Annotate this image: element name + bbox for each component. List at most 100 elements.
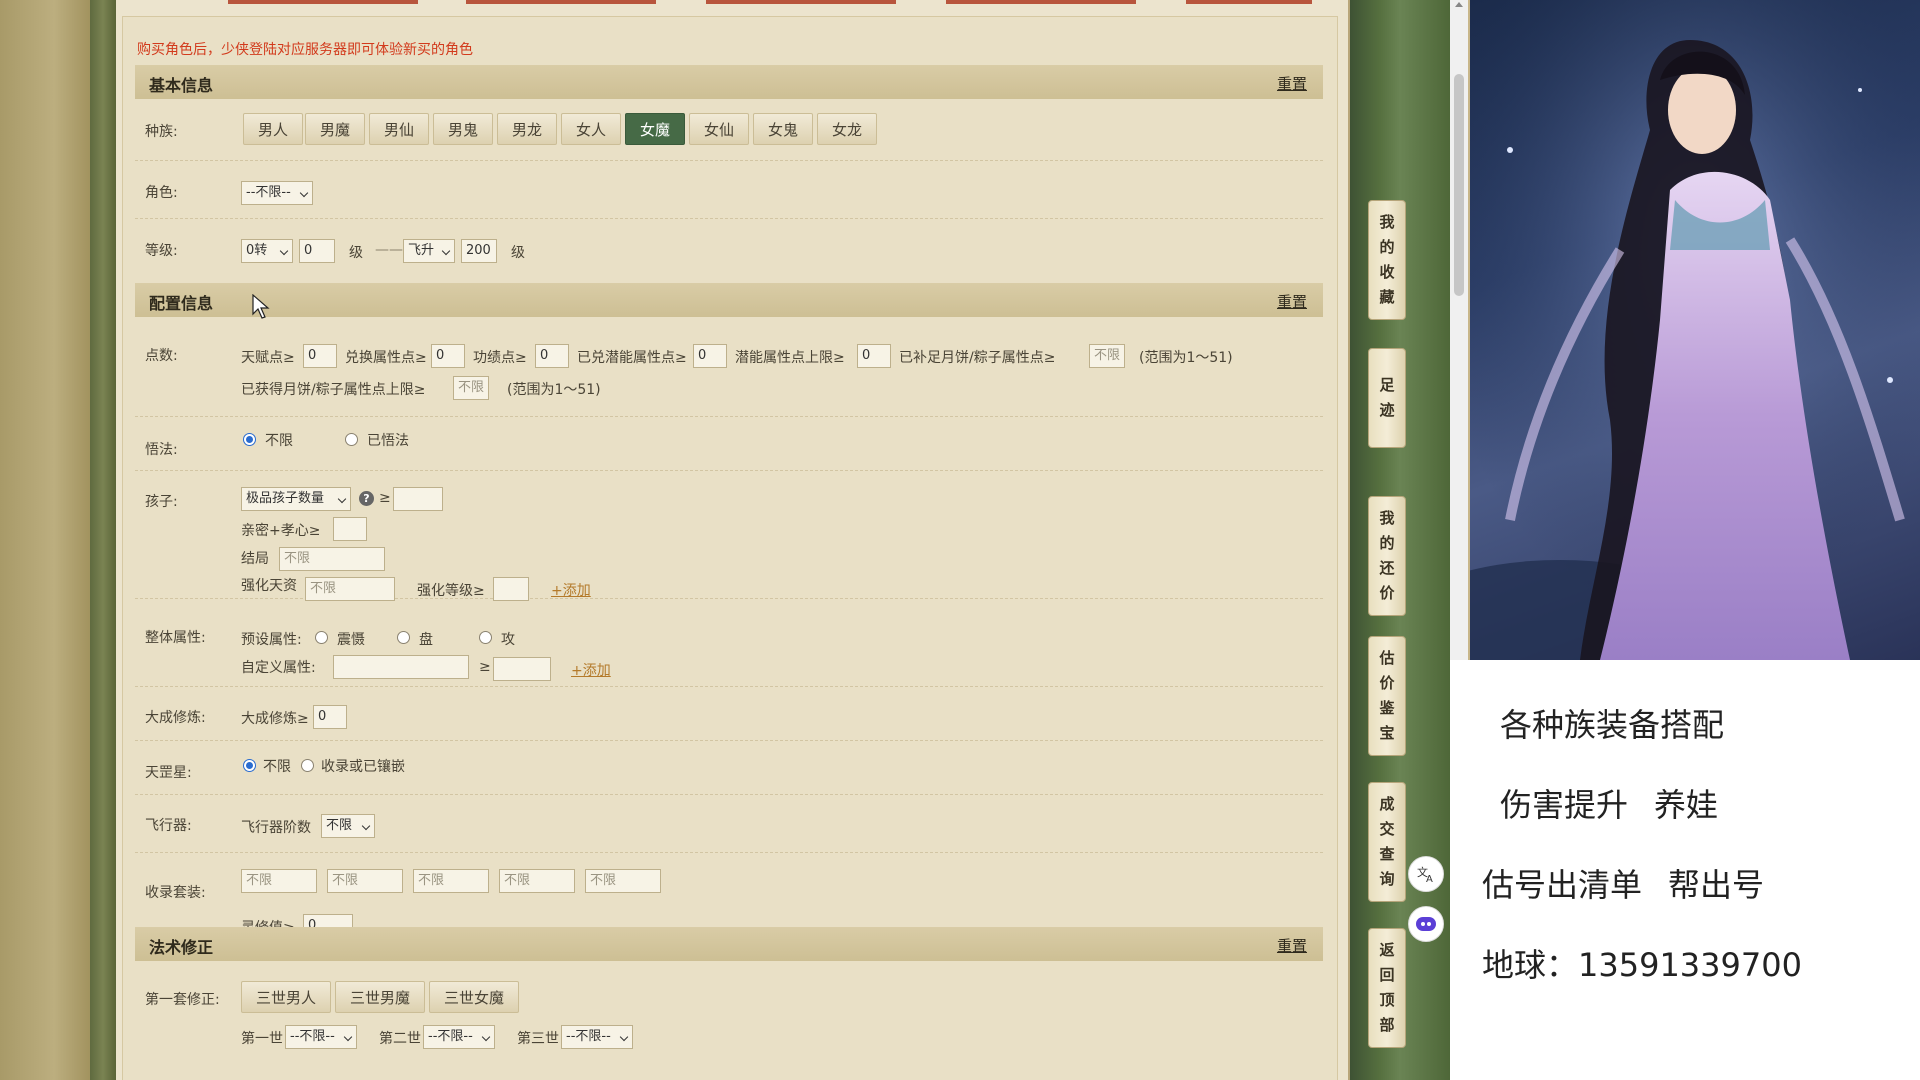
suit-input[interactable]: 不限 bbox=[327, 869, 403, 893]
side-nav-footprints[interactable]: 足迹 bbox=[1368, 348, 1406, 448]
ge-sign: ≥ bbox=[479, 659, 491, 675]
level-dash: —— bbox=[375, 242, 403, 258]
top-tab[interactable] bbox=[706, 0, 896, 4]
suit-input[interactable]: 不限 bbox=[585, 869, 661, 893]
side-nav-char: 收 bbox=[1379, 263, 1395, 281]
level-unit: 级 bbox=[511, 245, 525, 261]
life2-label: 第二世 bbox=[379, 1031, 421, 1047]
preset-option-label: 盘 bbox=[419, 632, 433, 648]
life3-select[interactable]: --不限-- bbox=[561, 1025, 633, 1049]
add-custom-attr-link[interactable]: +添加 bbox=[571, 660, 611, 680]
side-nav-deal-query[interactable]: 成交查询 bbox=[1368, 782, 1406, 902]
side-nav-favorites[interactable]: 我的收藏 bbox=[1368, 200, 1406, 320]
strength-level-input[interactable] bbox=[493, 577, 529, 601]
race-chip[interactable]: 女鬼 bbox=[753, 113, 814, 145]
promo-line-3a: 估号出清单 bbox=[1482, 866, 1643, 904]
level-to-rebirth-select[interactable]: 飞升 bbox=[403, 239, 455, 263]
reset-config-link[interactable]: 重置 bbox=[1277, 291, 1307, 312]
section-title: 法术修正 bbox=[149, 938, 214, 957]
child-talent-input[interactable]: 不限 bbox=[305, 577, 395, 601]
race-chip[interactable]: 男人 bbox=[243, 113, 304, 145]
top-tab[interactable] bbox=[1186, 0, 1312, 4]
intimacy-label: 亲密+孝心≥ bbox=[241, 523, 321, 539]
filter-form: 购买角色后，少侠登陆对应服务器即可体验新买的角色 基本信息 重置 种族: 男人男… bbox=[122, 16, 1338, 1080]
range-hint: (范围为1～51) bbox=[1139, 350, 1233, 366]
preset-option-label: 攻 bbox=[501, 632, 515, 648]
mooncake-cap-input[interactable]: 不限 bbox=[453, 376, 489, 400]
tiangang-label: 天罡星: bbox=[145, 765, 192, 781]
ending-input[interactable]: 不限 bbox=[279, 547, 385, 571]
preset-radio[interactable] bbox=[315, 631, 328, 644]
scroll-up-icon[interactable] bbox=[1455, 2, 1463, 7]
spell-fix-label: 第一套修正: bbox=[145, 992, 220, 1008]
side-nav-char: 顶 bbox=[1379, 991, 1395, 1009]
side-nav-char: 查 bbox=[1379, 845, 1395, 863]
reset-spell-link[interactable]: 重置 bbox=[1277, 935, 1307, 956]
suit-input[interactable]: 不限 bbox=[413, 869, 489, 893]
mooncake-filled-label: 已补足月饼/粽子属性点≥ bbox=[899, 350, 1056, 366]
exchange-points-input[interactable]: 0 bbox=[431, 344, 465, 368]
promo-line-3b: 帮出号 bbox=[1668, 866, 1765, 904]
side-nav-appraisal[interactable]: 估价鉴宝 bbox=[1368, 636, 1406, 756]
mooncake-filled-input[interactable]: 不限 bbox=[1089, 344, 1125, 368]
spell-fix-chip[interactable]: 三世女魔 bbox=[429, 981, 520, 1013]
life1-select[interactable]: --不限-- bbox=[285, 1025, 357, 1049]
merit-points-input[interactable]: 0 bbox=[535, 344, 569, 368]
add-child-filter-link[interactable]: +添加 bbox=[551, 580, 591, 600]
talent-points-input[interactable]: 0 bbox=[303, 344, 337, 368]
intimacy-input[interactable] bbox=[333, 517, 367, 541]
potential-used-input[interactable]: 0 bbox=[693, 344, 727, 368]
scroll-thumb[interactable] bbox=[1454, 74, 1464, 296]
spell-fix-chip[interactable]: 三世男魔 bbox=[335, 981, 426, 1013]
race-chip[interactable]: 女龙 bbox=[817, 113, 878, 145]
level-to-input[interactable]: 200 bbox=[461, 239, 497, 263]
suits-label: 收录套装: bbox=[145, 885, 206, 901]
top-tab[interactable] bbox=[466, 0, 656, 4]
aircraft-stage-select[interactable]: 不限 bbox=[321, 814, 375, 838]
top-tab[interactable] bbox=[946, 0, 1136, 4]
promo-line-2a: 伤害提升 bbox=[1500, 786, 1629, 824]
translate-button[interactable]: 文 A bbox=[1408, 856, 1444, 892]
top-tab[interactable] bbox=[228, 0, 418, 4]
spell-fix-row: 第一套修正: 三世男人 三世男魔 三世女魔 第一世 --不限-- 第二世 --不限-… bbox=[135, 961, 1323, 1071]
race-chip[interactable]: 女魔 bbox=[625, 113, 686, 145]
tiangang-collected-radio[interactable] bbox=[301, 759, 314, 772]
life2-select[interactable]: --不限-- bbox=[423, 1025, 495, 1049]
help-icon[interactable]: ? bbox=[359, 491, 374, 506]
race-chip[interactable]: 男龙 bbox=[497, 113, 558, 145]
race-chip[interactable]: 男鬼 bbox=[433, 113, 494, 145]
dacheng-input[interactable]: 0 bbox=[313, 705, 347, 729]
child-count-select[interactable]: 极品孩子数量 bbox=[241, 487, 351, 511]
spell-fix-chip[interactable]: 三世男人 bbox=[241, 981, 332, 1013]
suit-input[interactable]: 不限 bbox=[499, 869, 575, 893]
race-chip[interactable]: 女人 bbox=[561, 113, 622, 145]
side-nav-char: 价 bbox=[1379, 584, 1395, 602]
tiangang-any-radio[interactable] bbox=[243, 759, 256, 772]
mouse-cursor-icon bbox=[252, 294, 270, 319]
race-chip[interactable]: 男仙 bbox=[369, 113, 430, 145]
custom-attr-input[interactable] bbox=[333, 655, 469, 679]
preset-radio[interactable] bbox=[397, 631, 410, 644]
talent-points-label: 天赋点≥ bbox=[241, 350, 295, 366]
enlighten-any-radio[interactable] bbox=[243, 433, 256, 446]
child-count-input[interactable] bbox=[393, 487, 443, 511]
side-nav-my-offers[interactable]: 我的还价 bbox=[1368, 496, 1406, 616]
role-select[interactable]: --不限-- bbox=[241, 181, 313, 205]
section-header-basic: 基本信息 重置 bbox=[135, 65, 1323, 99]
custom-attr-value-input[interactable] bbox=[493, 657, 551, 681]
level-from-input[interactable]: 0 bbox=[299, 239, 335, 263]
preset-radio[interactable] bbox=[479, 631, 492, 644]
suit-input[interactable]: 不限 bbox=[241, 869, 317, 893]
race-chip[interactable]: 女仙 bbox=[689, 113, 750, 145]
reset-basic-link[interactable]: 重置 bbox=[1277, 73, 1307, 94]
race-chip[interactable]: 男魔 bbox=[305, 113, 366, 145]
translate-icon: 文 A bbox=[1417, 865, 1433, 884]
dacheng-field-label: 大成修炼≥ bbox=[241, 711, 309, 727]
potential-cap-label: 潜能属性点上限≥ bbox=[735, 350, 845, 366]
side-nav-char: 返 bbox=[1379, 941, 1395, 959]
enlighten-done-radio[interactable] bbox=[345, 433, 358, 446]
side-nav-back-top[interactable]: 返回顶部 bbox=[1368, 928, 1406, 1048]
potential-cap-input[interactable]: 0 bbox=[857, 344, 891, 368]
chat-bot-button[interactable] bbox=[1408, 906, 1444, 942]
level-from-rebirth-select[interactable]: 0转 bbox=[241, 239, 293, 263]
